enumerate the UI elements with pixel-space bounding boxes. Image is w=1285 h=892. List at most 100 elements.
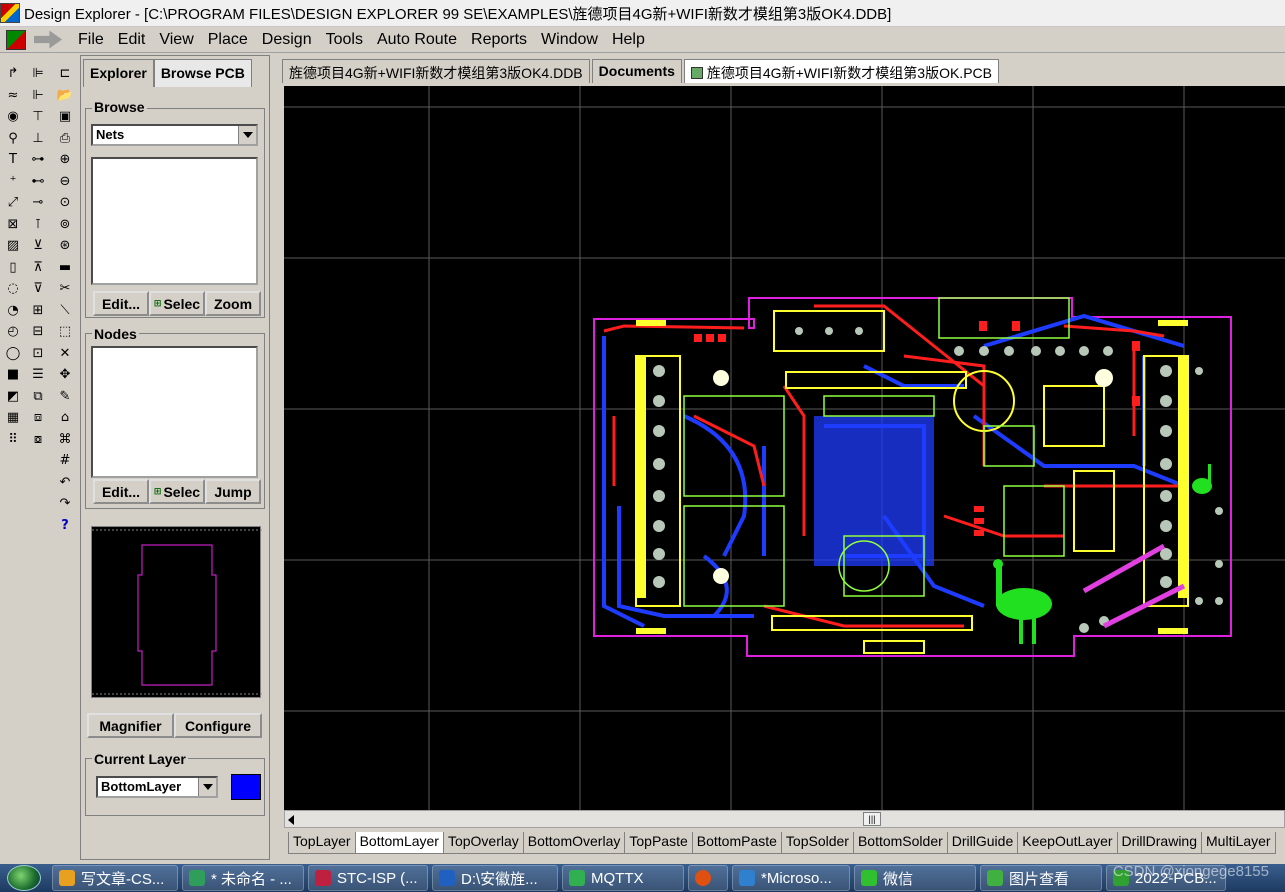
highlight-icon[interactable]: ✎ xyxy=(54,386,76,407)
grid-icon[interactable]: # xyxy=(54,450,76,471)
place-dimension-icon[interactable]: ⤢ xyxy=(2,192,24,213)
move-icon[interactable]: ✥ xyxy=(54,364,76,385)
project-tree-icon[interactable]: ⊏ xyxy=(54,63,76,84)
nodes-list[interactable] xyxy=(91,346,258,478)
move-to-grid-icon[interactable]: ⊡ xyxy=(27,343,49,364)
arc-center-icon[interactable]: ◌ xyxy=(2,278,24,299)
task-mqttx[interactable]: MQTTX xyxy=(562,865,684,891)
vertical-spacing-icon[interactable]: ⊽ xyxy=(27,278,49,299)
scroll-left-icon[interactable] xyxy=(288,815,294,825)
menu-design[interactable]: Design xyxy=(262,31,312,49)
jump-button[interactable]: Jump xyxy=(205,479,261,504)
library-icon[interactable]: ⌂ xyxy=(54,407,76,428)
app-icon[interactable] xyxy=(0,3,20,23)
deselect-icon[interactable]: ✕ xyxy=(54,343,76,364)
browse-edit-button[interactable]: Edit... xyxy=(93,291,149,316)
arc-edge-icon[interactable]: ◔ xyxy=(2,300,24,321)
arrange-outside-icon[interactable]: ⊟ xyxy=(27,321,49,342)
layer-tab-toplayer[interactable]: TopLayer xyxy=(288,832,356,854)
layer-tab-bottompaste[interactable]: BottomPaste xyxy=(691,832,782,854)
distribute-vertical-icon[interactable]: ⊼ xyxy=(27,257,49,278)
menu-reports[interactable]: Reports xyxy=(471,31,527,49)
menu-file[interactable]: File xyxy=(78,31,104,49)
select-area-icon[interactable]: ⬚ xyxy=(54,321,76,342)
place-room-icon[interactable]: ▨ xyxy=(2,235,24,256)
task-stc-isp[interactable]: STC-ISP (... xyxy=(308,865,428,891)
array-paste-icon[interactable]: ⠿ xyxy=(2,429,24,450)
tab-documents[interactable]: Documents xyxy=(591,59,682,83)
tab-ddb[interactable]: 旌德项目4G新+WIFI新数才模组第3版OK4.DDB xyxy=(282,59,590,83)
layer-tab-bottomoverlay[interactable]: BottomOverlay xyxy=(522,832,626,854)
pcb-canvas[interactable] xyxy=(284,86,1285,810)
nodes-edit-button[interactable]: Edit... xyxy=(93,479,149,504)
configure-button[interactable]: Configure xyxy=(174,713,262,738)
chevron-down-icon[interactable] xyxy=(238,126,256,144)
menu-window[interactable]: Window xyxy=(541,31,598,49)
zoom-out-icon[interactable]: ⊖ xyxy=(54,171,76,192)
pcb-3d-icon[interactable]: ▬ xyxy=(54,257,76,278)
component-list-icon[interactable]: ☰ xyxy=(27,364,49,385)
layer-tab-keepoutlayer[interactable]: KeepOutLayer xyxy=(1017,832,1118,854)
browse-library-icon[interactable]: ⌘ xyxy=(54,429,76,450)
current-layer-select[interactable]: BottomLayer xyxy=(96,776,218,798)
task-notepad[interactable]: * 未命名 - ... xyxy=(182,865,304,891)
task-explorer[interactable]: D:\安徽旌... xyxy=(432,865,558,891)
component-grid-icon[interactable]: ⧉ xyxy=(27,386,49,407)
start-button[interactable] xyxy=(0,864,48,892)
magnifier-button[interactable]: Magnifier xyxy=(87,713,174,738)
layer-tab-drillguide[interactable]: DrillGuide xyxy=(946,832,1019,854)
layer-color-swatch[interactable] xyxy=(231,774,261,800)
task-firefox[interactable] xyxy=(688,865,728,891)
task-image-viewer[interactable]: 图片查看 xyxy=(980,865,1102,891)
place-fill-icon[interactable]: ■ xyxy=(2,364,24,385)
place-line-icon[interactable]: ≈ xyxy=(2,85,24,106)
layout-icon[interactable]: ⧈ xyxy=(27,407,49,428)
arrange-room-icon[interactable]: ⊞ xyxy=(27,300,49,321)
split-plane-icon[interactable]: ▦ xyxy=(2,407,24,428)
tab-pcb[interactable]: 旌德项目4G新+WIFI新数才模组第3版OK.PCB xyxy=(683,59,999,83)
nodes-select-button[interactable]: ⊞ Selec xyxy=(149,479,205,504)
open-folder-icon[interactable]: 📂 xyxy=(54,85,76,106)
tab-explorer[interactable]: Explorer xyxy=(83,59,154,87)
save-icon[interactable]: ▣ xyxy=(54,106,76,127)
polygon-plane-icon[interactable]: ◩ xyxy=(2,386,24,407)
align-left-icon[interactable]: ⊫ xyxy=(27,63,49,84)
task-microsoft[interactable]: *Microso... xyxy=(732,865,850,891)
undo-icon[interactable]: ↶ xyxy=(54,472,76,493)
print-icon[interactable]: ⎙ xyxy=(54,128,76,149)
zoom-button[interactable]: Zoom xyxy=(205,291,261,316)
nets-list[interactable] xyxy=(91,157,258,285)
menu-view[interactable]: View xyxy=(159,31,193,49)
cross-probe-icon[interactable]: ✂ xyxy=(54,278,76,299)
place-origin-icon[interactable]: ⊠ xyxy=(2,214,24,235)
task-wechat[interactable]: 微信 xyxy=(854,865,976,891)
layer-tab-bottomsolder[interactable]: BottomSolder xyxy=(852,832,948,854)
menu-help[interactable]: Help xyxy=(612,31,645,49)
browse-select-button[interactable]: ⊞ Selec xyxy=(149,291,205,316)
align-top-icon[interactable]: ⊤ xyxy=(27,106,49,127)
arc-any-icon[interactable]: ◴ xyxy=(2,321,24,342)
menu-place[interactable]: Place xyxy=(208,31,248,49)
place-track-icon[interactable]: ↱ xyxy=(2,63,24,84)
align-bottom-icon[interactable]: ⊥ xyxy=(27,128,49,149)
distribute-horizontal-icon[interactable]: ⊶ xyxy=(27,149,49,170)
layer-tab-bottomlayer[interactable]: BottomLayer xyxy=(354,832,444,854)
layer-tab-topsolder[interactable]: TopSolder xyxy=(780,832,854,854)
board-preview[interactable] xyxy=(91,526,262,698)
menu-tools[interactable]: Tools xyxy=(326,31,363,49)
place-circle-icon[interactable]: ◯ xyxy=(2,343,24,364)
document-menu-icon[interactable] xyxy=(6,29,26,50)
horizontal-scrollbar[interactable]: ||| xyxy=(284,810,1285,828)
menu-auto-route[interactable]: Auto Route xyxy=(377,31,457,49)
layer-tab-multilayer[interactable]: MultiLayer xyxy=(1201,832,1276,854)
browse-select[interactable]: Nets xyxy=(91,124,258,146)
increase-spacing-icon[interactable]: ⊷ xyxy=(27,171,49,192)
place-via-icon[interactable]: ⚲ xyxy=(2,128,24,149)
zoom-area-icon[interactable]: ⊚ xyxy=(54,214,76,235)
layer-tab-topoverlay[interactable]: TopOverlay xyxy=(442,832,524,854)
chevron-down-icon[interactable] xyxy=(198,778,216,796)
component-3d-icon[interactable]: ⧇ xyxy=(27,429,49,450)
redo-icon[interactable]: ↷ xyxy=(54,493,76,514)
place-pad-icon[interactable]: ◉ xyxy=(2,106,24,127)
draw-line-icon[interactable]: ⟍ xyxy=(54,300,76,321)
